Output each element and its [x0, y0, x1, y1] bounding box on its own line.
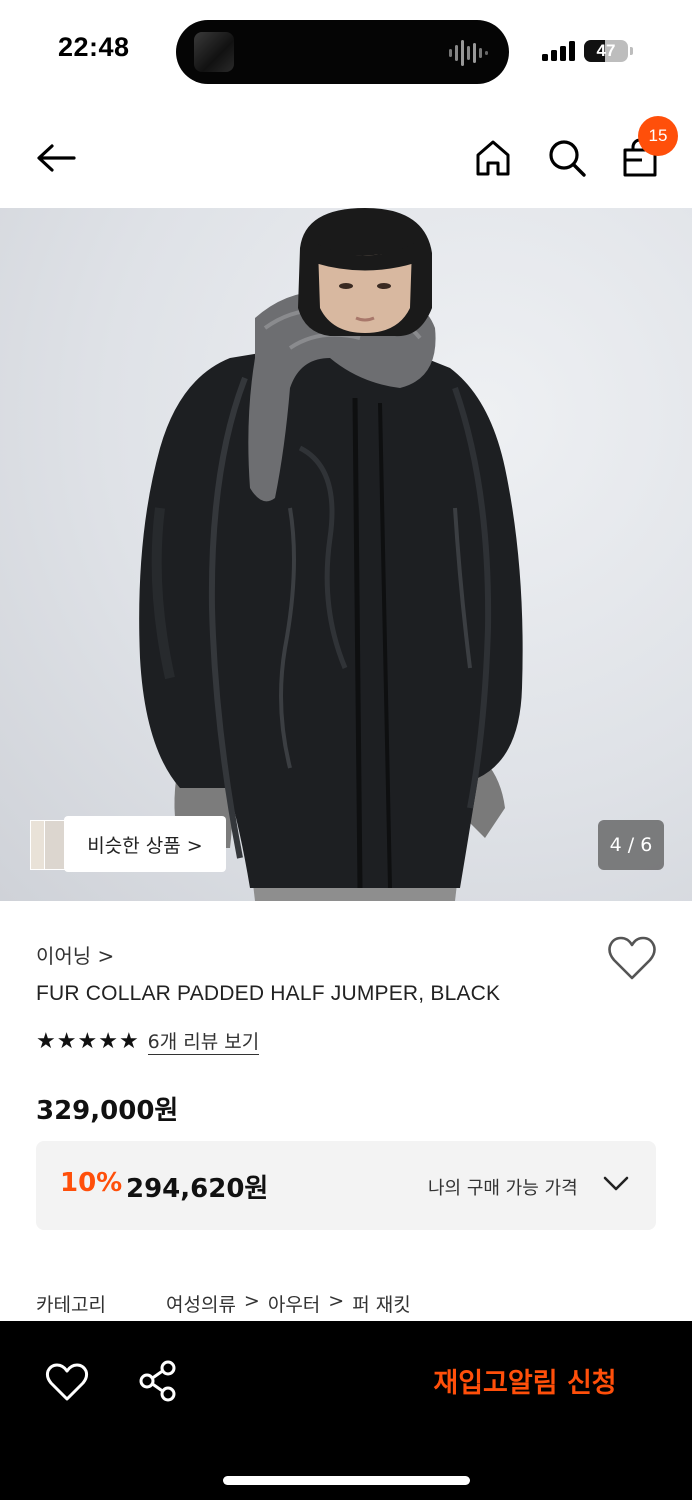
- category-label: 카테고리: [36, 1294, 106, 1316]
- chevron-right-icon: >: [328, 1290, 345, 1312]
- rating-row: ★ ★ ★ ★ ★ 6개 리뷰 보기: [36, 1028, 260, 1056]
- heart-icon[interactable]: [42, 1359, 92, 1405]
- dynamic-island[interactable]: [176, 20, 509, 84]
- image-counter: 4 / 6: [598, 820, 664, 870]
- star-icon: ★: [118, 1029, 139, 1054]
- cart-count-badge: 15: [638, 116, 678, 156]
- category-link[interactable]: 퍼 재킷: [352, 1290, 410, 1317]
- discount-percent: 10%: [60, 1168, 123, 1198]
- status-bar: 22:48 47: [0, 0, 692, 100]
- home-icon[interactable]: [469, 134, 517, 182]
- battery-icon: 47: [584, 40, 628, 62]
- arrow-left-icon[interactable]: [32, 134, 80, 182]
- product-image[interactable]: [0, 208, 692, 901]
- star-icon: ★: [77, 1029, 98, 1054]
- product-photo-illustration: [139, 208, 523, 901]
- chevron-down-icon: [603, 1176, 629, 1191]
- product-title: FUR COLLAR PADDED HALF JUMPER, BLACK: [36, 982, 501, 1005]
- heart-icon[interactable]: [606, 934, 658, 982]
- home-indicator[interactable]: [223, 1476, 470, 1485]
- my-price-label: 나의 구매 가능 가격: [428, 1178, 578, 1199]
- bottom-action-bar: 재입고알림 신청: [0, 1321, 692, 1500]
- discount-price: 294,620원: [126, 1174, 269, 1204]
- status-time: 22:48: [58, 32, 130, 62]
- star-icon: ★: [98, 1029, 118, 1054]
- chevron-right-icon: >: [243, 1290, 260, 1312]
- audio-wave-icon: [449, 40, 488, 66]
- brand-link[interactable]: 이어닝 >: [36, 940, 114, 969]
- battery-percentage: 47: [596, 41, 616, 60]
- category-link[interactable]: 여성의류: [166, 1290, 236, 1317]
- restock-alert-button[interactable]: 재입고알림 신청: [410, 1361, 640, 1405]
- review-link[interactable]: 6개 리뷰 보기: [147, 1030, 260, 1055]
- battery-cap: [630, 47, 633, 55]
- star-icon: ★: [36, 1029, 56, 1054]
- similar-products-button[interactable]: 비슷한 상품 >: [30, 816, 226, 872]
- now-playing-thumbnail: [194, 32, 234, 72]
- cellular-signal-icon: [542, 41, 575, 61]
- discount-price-panel[interactable]: 10% 294,620원 나의 구매 가능 가격: [36, 1141, 656, 1230]
- top-navigation: [0, 110, 692, 208]
- category-link[interactable]: 아우터: [268, 1290, 320, 1317]
- category-breadcrumb: 여성의류 > 아우터 > 퍼 재킷: [166, 1290, 411, 1317]
- original-price: 329,000원: [36, 1096, 179, 1126]
- star-icon: ★: [56, 1029, 77, 1054]
- share-icon[interactable]: [134, 1357, 182, 1405]
- similar-products-label: 비슷한 상품 >: [64, 816, 226, 872]
- search-icon[interactable]: [543, 134, 591, 182]
